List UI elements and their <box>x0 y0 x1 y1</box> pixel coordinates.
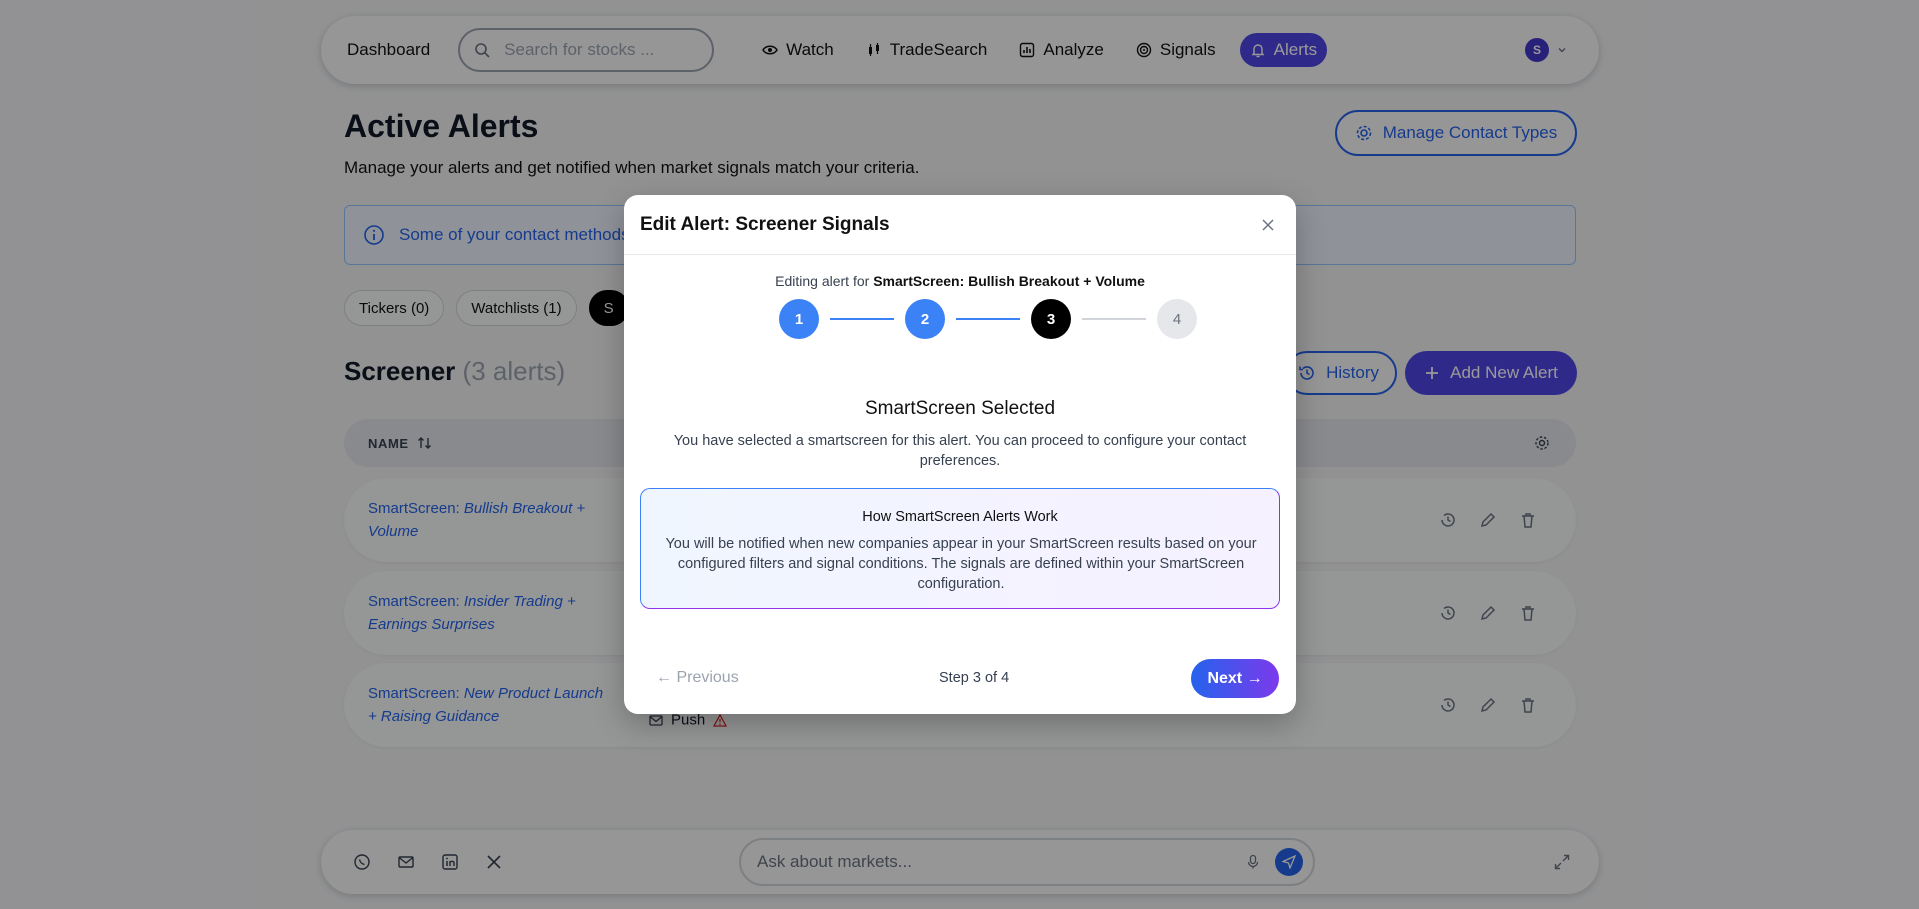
step-2[interactable]: 2 <box>905 299 945 339</box>
step-connector <box>830 318 894 320</box>
step-counter: Step 3 of 4 <box>939 670 1010 686</box>
modal-title: Edit Alert: Screener Signals <box>640 214 890 235</box>
editing-target-name: SmartScreen: Bullish Breakout + Volume <box>873 273 1145 289</box>
modal-header: Edit Alert: Screener Signals <box>624 195 1296 255</box>
alerts-page: Dashboard Watch TradeSearch Analyze Sign… <box>0 0 1919 909</box>
how-it-works-box: How SmartScreen Alerts Work You will be … <box>640 488 1280 609</box>
step-3[interactable]: 3 <box>1031 299 1071 339</box>
previous-button[interactable]: ← Previous <box>656 669 739 687</box>
step-4: 4 <box>1157 299 1197 339</box>
selected-title: SmartScreen Selected <box>864 398 1056 419</box>
step-connector <box>956 318 1020 320</box>
selected-description: You have selected a smartscreen for this… <box>673 433 1247 469</box>
step-indicator: 1 2 3 4 <box>779 299 1197 339</box>
step-connector <box>1082 318 1146 320</box>
edit-alert-modal: Edit Alert: Screener Signals Editing ale… <box>624 195 1296 714</box>
how-it-works-description: You will be notified when new companies … <box>665 536 1257 592</box>
how-it-works-title: How SmartScreen Alerts Work <box>862 509 1058 525</box>
next-button[interactable]: Next → <box>1191 659 1279 698</box>
close-icon[interactable] <box>1260 217 1276 233</box>
step-1[interactable]: 1 <box>779 299 819 339</box>
editing-prefix: Editing alert for <box>775 273 870 289</box>
editing-target: Editing alert for SmartScreen: Bullish B… <box>624 273 1296 289</box>
